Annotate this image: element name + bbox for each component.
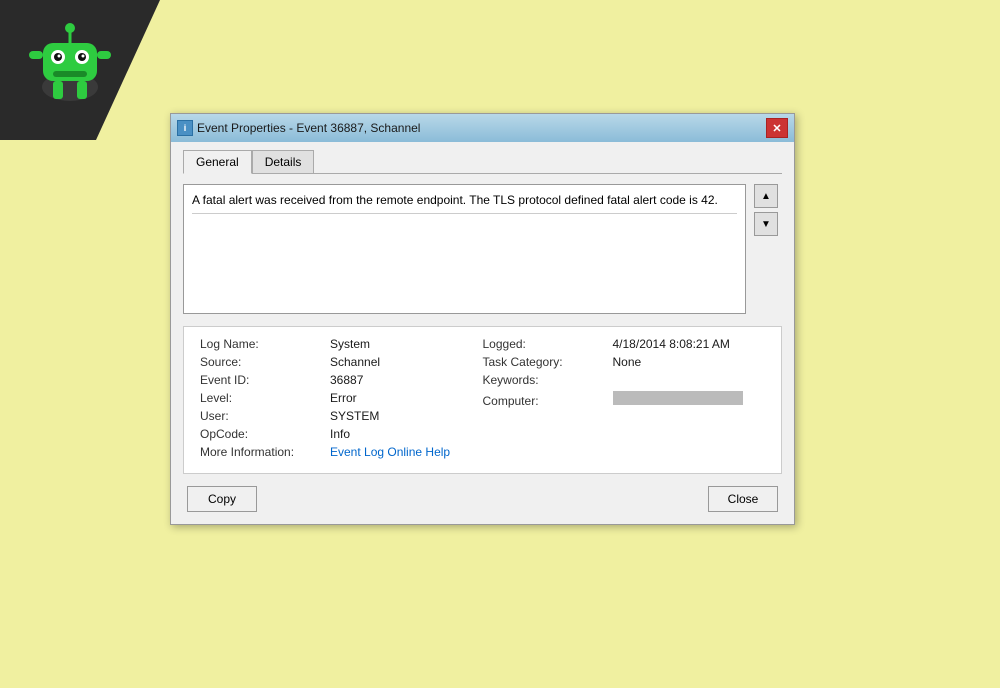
prop-logged: Logged: 4/18/2014 8:08:21 AM <box>483 337 766 351</box>
log-name-value: System <box>330 337 370 351</box>
user-value: SYSTEM <box>330 409 379 423</box>
title-bar-left: i Event Properties - Event 36887, Schann… <box>177 120 420 136</box>
tab-details[interactable]: Details <box>252 150 315 174</box>
prop-source: Source: Schannel <box>200 355 483 369</box>
prop-computer: Computer: <box>483 391 766 408</box>
logged-label: Logged: <box>483 337 613 351</box>
dialog-content: General Details A fatal alert was receiv… <box>171 142 794 524</box>
scroll-arrows: ▲ ▼ <box>754 184 778 236</box>
properties-two-col: Log Name: System Source: Schannel Event … <box>200 337 765 463</box>
prop-user: User: SYSTEM <box>200 409 483 423</box>
message-wrapper: A fatal alert was received from the remo… <box>183 184 746 314</box>
app-logo <box>25 15 115 105</box>
scroll-up-button[interactable]: ▲ <box>754 184 778 208</box>
dialog-buttons: Copy Close <box>183 486 782 512</box>
prop-event-id: Event ID: 36887 <box>200 373 483 387</box>
event-properties-dialog: i Event Properties - Event 36887, Schann… <box>170 113 795 525</box>
log-name-label: Log Name: <box>200 337 330 351</box>
logo-area <box>20 10 120 110</box>
scroll-down-button[interactable]: ▼ <box>754 212 778 236</box>
title-bar: i Event Properties - Event 36887, Schann… <box>171 114 794 142</box>
level-value: Error <box>330 391 357 405</box>
tab-bar: General Details <box>183 150 782 174</box>
prop-keywords: Keywords: <box>483 373 766 387</box>
prop-task-category: Task Category: None <box>483 355 766 369</box>
prop-level: Level: Error <box>200 391 483 405</box>
props-left-col: Log Name: System Source: Schannel Event … <box>200 337 483 463</box>
task-category-value: None <box>613 355 642 369</box>
props-right-col: Logged: 4/18/2014 8:08:21 AM Task Catego… <box>483 337 766 463</box>
event-log-online-help-link[interactable]: Event Log Online Help <box>330 445 450 459</box>
dialog-icon: i <box>177 120 193 136</box>
properties-area: Log Name: System Source: Schannel Event … <box>183 326 782 474</box>
more-info-label: More Information: <box>200 445 330 459</box>
close-button[interactable]: Close <box>708 486 778 512</box>
logged-value: 4/18/2014 8:08:21 AM <box>613 337 730 351</box>
copy-button[interactable]: Copy <box>187 486 257 512</box>
prop-log-name: Log Name: System <box>200 337 483 351</box>
source-value: Schannel <box>330 355 380 369</box>
message-text: A fatal alert was received from the remo… <box>192 193 718 207</box>
tab-general[interactable]: General <box>183 150 252 174</box>
event-id-value: 36887 <box>330 373 363 387</box>
source-label: Source: <box>200 355 330 369</box>
opcode-value: Info <box>330 427 350 441</box>
level-label: Level: <box>200 391 330 405</box>
opcode-label: OpCode: <box>200 427 330 441</box>
task-category-label: Task Category: <box>483 355 613 369</box>
user-label: User: <box>200 409 330 423</box>
prop-opcode: OpCode: Info <box>200 427 483 441</box>
prop-more-info: More Information: Event Log Online Help <box>200 445 483 459</box>
dialog-title: Event Properties - Event 36887, Schannel <box>197 121 420 135</box>
keywords-label: Keywords: <box>483 373 613 387</box>
event-id-label: Event ID: <box>200 373 330 387</box>
computer-label: Computer: <box>483 394 613 408</box>
close-x-button[interactable]: ✕ <box>766 118 788 138</box>
computer-value-redacted <box>613 391 743 405</box>
message-box: A fatal alert was received from the remo… <box>183 184 746 314</box>
